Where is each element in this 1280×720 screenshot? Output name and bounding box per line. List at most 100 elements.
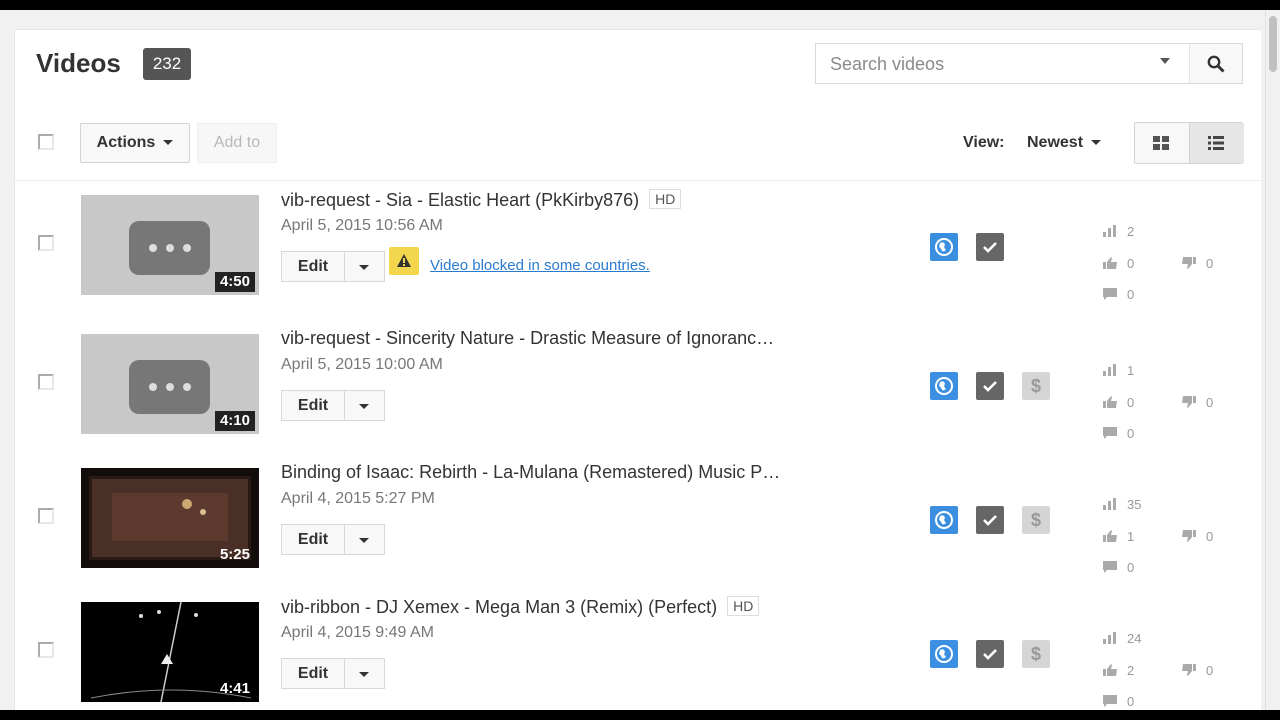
chevron-down-icon xyxy=(359,265,369,270)
likes-stat: 2 xyxy=(1103,663,1134,678)
video-thumbnail[interactable]: 4:41 xyxy=(81,602,259,702)
check-icon[interactable] xyxy=(976,506,1004,534)
public-globe-icon[interactable] xyxy=(930,233,958,261)
edit-button[interactable]: Edit xyxy=(282,391,344,420)
video-title[interactable]: vib-ribbon - DJ Xemex - Mega Man 3 (Remi… xyxy=(281,596,760,618)
views-stat: 24 xyxy=(1103,631,1141,646)
comments-count: 0 xyxy=(1127,426,1135,441)
edit-button-group: Edit xyxy=(281,251,385,282)
select-all-checkbox[interactable] xyxy=(38,134,54,150)
thumbs-up-icon xyxy=(1103,396,1117,408)
video-title-text: vib-request - Sincerity Nature - Drastic… xyxy=(281,328,775,348)
edit-dropdown-button[interactable] xyxy=(344,391,385,420)
video-thumbnail[interactable]: 4:50 xyxy=(81,195,259,295)
blocked-countries-link[interactable]: Video blocked in some countries. xyxy=(430,257,650,274)
video-thumbnail[interactable]: 5:25 xyxy=(81,468,259,568)
duration-label: 5:25 xyxy=(219,546,250,563)
processing-icon xyxy=(129,360,210,414)
public-globe-icon[interactable] xyxy=(930,640,958,668)
browser-viewport: Videos 232 Actions Add to View: Newest xyxy=(0,10,1265,710)
edit-button[interactable]: Edit xyxy=(282,525,344,554)
video-title[interactable]: vib-request - Sincerity Nature - Drastic… xyxy=(281,328,774,349)
comments-count: 0 xyxy=(1127,560,1135,575)
monetization-dollar-icon[interactable]: $ xyxy=(1022,640,1050,668)
video-title-text: vib-ribbon - DJ Xemex - Mega Man 3 (Remi… xyxy=(281,597,718,617)
view-label: View: xyxy=(963,134,1005,151)
sort-label: Newest xyxy=(1027,134,1084,151)
views-stat: 2 xyxy=(1103,224,1134,239)
views-count: 1 xyxy=(1127,363,1135,378)
dislikes-stat: 0 xyxy=(1182,395,1213,410)
row-checkbox[interactable] xyxy=(38,235,54,251)
edit-button-group: Edit xyxy=(281,524,385,555)
chevron-down-icon xyxy=(359,404,369,409)
likes-count: 0 xyxy=(1127,256,1135,271)
row-checkbox[interactable] xyxy=(38,642,54,658)
list-view-button[interactable] xyxy=(1189,123,1244,163)
search-dropdown-icon[interactable] xyxy=(1160,58,1170,64)
comments-stat: 0 xyxy=(1103,560,1134,575)
page-title: Videos xyxy=(36,48,121,78)
edit-button[interactable]: Edit xyxy=(282,252,344,281)
edit-button[interactable]: Edit xyxy=(282,659,344,688)
add-to-button[interactable]: Add to xyxy=(197,123,277,163)
likes-stat: 0 xyxy=(1103,256,1134,271)
video-date: April 4, 2015 9:49 AM xyxy=(281,624,434,641)
likes-count: 1 xyxy=(1127,529,1135,544)
bar-chart-icon xyxy=(1103,364,1117,376)
video-date: April 5, 2015 10:56 AM xyxy=(281,217,443,234)
monetization-dollar-icon[interactable]: $ xyxy=(1022,506,1050,534)
search-icon xyxy=(1207,55,1225,73)
sort-dropdown[interactable]: Newest xyxy=(1027,134,1102,152)
comments-stat: 0 xyxy=(1103,426,1134,441)
actions-button[interactable]: Actions xyxy=(80,123,190,163)
warning-icon xyxy=(389,247,419,275)
grid-view-button[interactable] xyxy=(1135,123,1189,163)
actions-label: Actions xyxy=(96,134,156,151)
search-box xyxy=(815,43,1243,85)
edit-dropdown-button[interactable] xyxy=(344,659,385,688)
video-title[interactable]: vib-request - Sia - Elastic Heart (PkKir… xyxy=(281,189,682,211)
chevron-down-icon xyxy=(359,672,369,677)
monetization-dollar-icon[interactable]: $ xyxy=(1022,372,1050,400)
comments-count: 0 xyxy=(1127,694,1135,709)
check-icon[interactable] xyxy=(976,233,1004,261)
dislikes-count: 0 xyxy=(1206,256,1214,271)
comment-icon xyxy=(1103,695,1117,707)
row-checkbox[interactable] xyxy=(38,508,54,524)
edit-button-group: Edit xyxy=(281,658,385,689)
likes-stat: 1 xyxy=(1103,529,1134,544)
edit-dropdown-button[interactable] xyxy=(344,525,385,554)
scrollbar-thumb[interactable] xyxy=(1269,16,1277,72)
comments-count: 0 xyxy=(1127,287,1135,302)
search-button[interactable] xyxy=(1189,44,1242,83)
check-icon[interactable] xyxy=(976,640,1004,668)
public-globe-icon[interactable] xyxy=(930,506,958,534)
likes-stat: 0 xyxy=(1103,395,1134,410)
search-input[interactable] xyxy=(816,44,1172,85)
hd-badge: HD xyxy=(649,189,682,209)
thumbs-down-icon xyxy=(1182,396,1196,408)
duration-label: 4:50 xyxy=(214,272,255,292)
video-title[interactable]: Binding of Isaac: Rebirth - La-Mulana (R… xyxy=(281,462,780,483)
check-icon[interactable] xyxy=(976,372,1004,400)
views-count: 2 xyxy=(1127,224,1135,239)
video-row: 4:10 vib-request - Sincerity Nature - Dr… xyxy=(15,320,1261,454)
edit-dropdown-button[interactable] xyxy=(344,252,385,281)
video-count-badge: 232 xyxy=(143,48,191,80)
video-row: 5:25 Binding of Isaac: Rebirth - La-Mula… xyxy=(15,454,1261,588)
video-manager-panel: Videos 232 Actions Add to View: Newest xyxy=(14,29,1261,710)
video-date: April 5, 2015 10:00 AM xyxy=(281,356,443,373)
hd-badge: HD xyxy=(727,596,760,616)
views-stat: 35 xyxy=(1103,497,1141,512)
views-count: 24 xyxy=(1127,631,1142,646)
comment-icon xyxy=(1103,288,1117,300)
row-checkbox[interactable] xyxy=(38,374,54,390)
dislikes-count: 0 xyxy=(1206,395,1214,410)
page-scrollbar[interactable] xyxy=(1265,10,1280,710)
video-thumbnail[interactable]: 4:10 xyxy=(81,334,259,434)
dislikes-stat: 0 xyxy=(1182,529,1213,544)
video-date: April 4, 2015 5:27 PM xyxy=(281,490,435,507)
public-globe-icon[interactable] xyxy=(930,372,958,400)
chevron-down-icon xyxy=(1091,140,1102,146)
